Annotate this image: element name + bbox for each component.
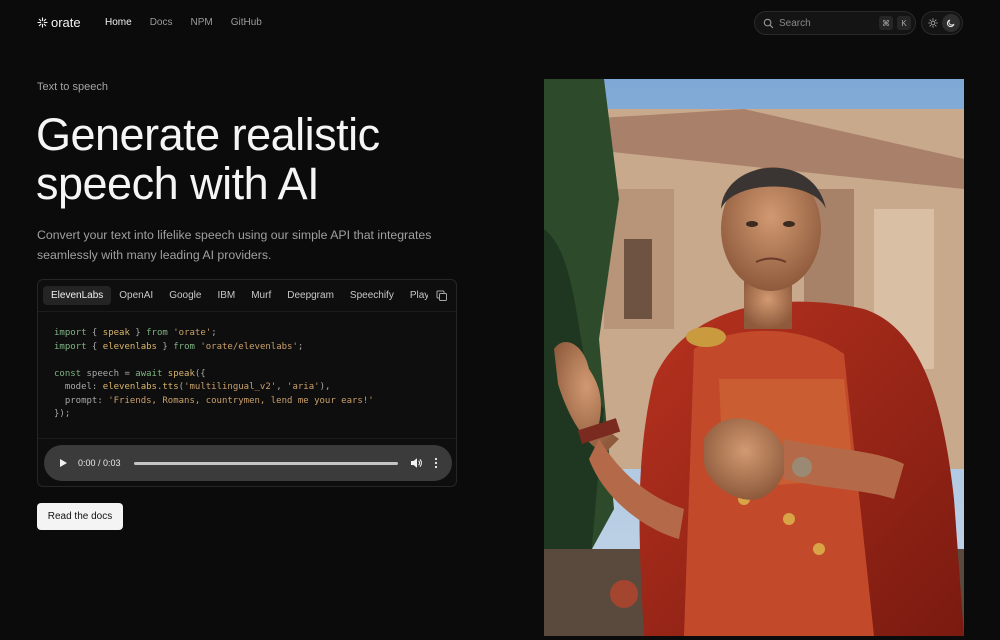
- tab-deepgram[interactable]: Deepgram: [279, 286, 342, 305]
- logo-text: orate: [51, 15, 81, 30]
- tab-elevenlabs[interactable]: ElevenLabs: [43, 286, 112, 305]
- tab-openai[interactable]: OpenAI: [111, 286, 161, 305]
- tab-murf[interactable]: Murf: [243, 286, 279, 305]
- tab-speechify[interactable]: Speechify: [342, 286, 402, 305]
- divider: [38, 311, 456, 312]
- tab-play[interactable]: Play: [402, 286, 428, 305]
- nav-link-github[interactable]: GitHub: [231, 17, 262, 28]
- more-options-icon[interactable]: [434, 457, 438, 469]
- code-line: const speech = await speak({: [54, 368, 206, 379]
- play-icon[interactable]: [58, 458, 68, 468]
- logo[interactable]: orate: [37, 15, 81, 30]
- search-icon: [763, 18, 774, 28]
- moon-icon: [946, 19, 955, 28]
- nav-links: Home Docs NPM GitHub: [105, 17, 280, 28]
- nav-link-docs[interactable]: Docs: [150, 17, 173, 28]
- hero-image-roman-orator: [544, 79, 964, 636]
- nav-link-home[interactable]: Home: [105, 17, 132, 28]
- top-nav: orate Home Docs NPM GitHub Search ⌘ K: [0, 0, 1000, 46]
- code-block: import { speak } from 'orate'; import { e…: [54, 327, 374, 422]
- nav-link-npm[interactable]: NPM: [190, 17, 212, 28]
- code-line: prompt: 'Friends, Romans, countrymen, le…: [54, 395, 374, 406]
- search-input[interactable]: Search ⌘ K: [754, 11, 916, 35]
- code-example-card: ElevenLabs OpenAI Google IBM Murf Deepgr…: [37, 279, 457, 487]
- code-line: });: [54, 409, 71, 419]
- shortcut-key-k: K: [897, 16, 911, 30]
- code-line: import { elevenlabs } from 'orate/eleven…: [54, 341, 304, 352]
- dark-mode-button[interactable]: [942, 14, 960, 32]
- hero-subtext: Convert your text into lifelike speech u…: [37, 228, 432, 262]
- read-docs-button[interactable]: Read the docs: [37, 503, 123, 530]
- volume-icon[interactable]: [410, 457, 422, 469]
- copy-code-button[interactable]: [436, 289, 448, 301]
- code-line: model: elevenlabs.tts('multilingual_v2',…: [54, 382, 331, 392]
- search-placeholder: Search: [779, 17, 811, 29]
- code-line: import { speak } from 'orate';: [54, 328, 217, 338]
- theme-toggle[interactable]: [921, 11, 963, 35]
- hero-eyebrow: Text to speech: [37, 81, 108, 93]
- tab-google[interactable]: Google: [161, 286, 209, 305]
- sparkle-logo-icon: [37, 17, 48, 28]
- tab-ibm[interactable]: IBM: [209, 286, 243, 305]
- copy-icon: [436, 290, 447, 301]
- hero-headline: Generate realistic speech with AI: [36, 109, 380, 209]
- divider: [38, 438, 456, 439]
- orator-illustration: [544, 79, 964, 636]
- shortcut-key-cmd: ⌘: [879, 16, 893, 30]
- audio-player: 0:00 / 0:03: [44, 445, 452, 481]
- audio-progress-slider[interactable]: [134, 461, 398, 465]
- provider-tabs: ElevenLabs OpenAI Google IBM Murf Deepgr…: [43, 285, 428, 306]
- audio-time: 0:00 / 0:03: [78, 458, 121, 468]
- sun-icon: [928, 18, 938, 28]
- light-mode-button[interactable]: [924, 14, 942, 32]
